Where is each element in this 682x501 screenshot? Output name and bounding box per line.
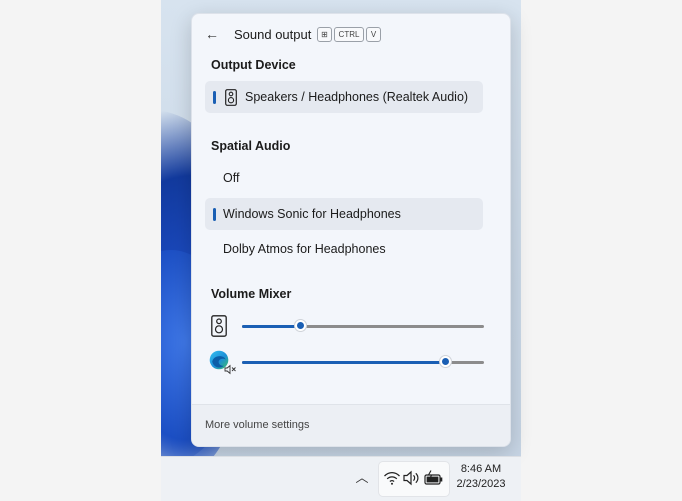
- mixer-row-speakers: [206, 313, 486, 341]
- windows-key-icon: ⊞: [317, 27, 332, 42]
- muted-speaker-icon: [224, 364, 236, 375]
- output-device-item[interactable]: Speakers / Headphones (Realtek Audio): [205, 81, 483, 113]
- clock-time: 8:46 AM: [460, 463, 502, 475]
- volume-slider-thumb[interactable]: [439, 355, 453, 368]
- sound-output-flyout: ← Sound output ⊞ CTRL V Output Device Sp…: [191, 13, 511, 447]
- flyout-header: ← Sound output ⊞ CTRL V: [192, 14, 510, 54]
- spatial-option-off[interactable]: Off: [205, 162, 483, 194]
- volume-slider-thumb[interactable]: [294, 319, 308, 332]
- spatial-option-dolby-atmos[interactable]: Dolby Atmos for Headphones: [205, 233, 483, 265]
- back-arrow-icon[interactable]: ←: [204, 26, 220, 42]
- more-volume-settings-link[interactable]: More volume settings: [205, 419, 310, 431]
- output-device-label: Speakers / Headphones (Realtek Audio): [245, 90, 469, 104]
- chevron-up-icon[interactable]: ︿: [352, 468, 372, 488]
- wifi-icon: [384, 471, 400, 485]
- speaker-icon: [225, 89, 237, 106]
- spatial-option-windows-sonic[interactable]: Windows Sonic for Headphones: [205, 198, 483, 230]
- spatial-option-label: Dolby Atmos for Headphones: [223, 242, 386, 256]
- output-device-heading: Output Device: [211, 58, 296, 72]
- volume-slider[interactable]: [242, 319, 484, 332]
- spatial-option-label: Off: [223, 171, 240, 185]
- volume-slider-fill: [242, 325, 301, 328]
- v-key: V: [366, 27, 381, 42]
- volume-slider[interactable]: [242, 355, 484, 368]
- ctrl-key: CTRL: [334, 27, 364, 42]
- spatial-audio-heading: Spatial Audio: [211, 139, 291, 153]
- volume-slider-fill: [242, 361, 446, 364]
- edge-icon[interactable]: [209, 350, 239, 378]
- flyout-footer: More volume settings: [192, 404, 510, 446]
- selected-indicator: [213, 91, 216, 104]
- flyout-title: Sound output: [234, 27, 312, 42]
- mixer-row-edge: [206, 349, 486, 377]
- speaker-icon[interactable]: [211, 315, 227, 337]
- selected-indicator: [213, 208, 216, 221]
- spatial-option-label: Windows Sonic for Headphones: [223, 207, 401, 221]
- volume-icon: [403, 470, 419, 486]
- clock-date: 2/23/2023: [456, 478, 506, 490]
- taskbar-clock[interactable]: 8:46 AM 2/23/2023: [450, 462, 512, 492]
- volume-mixer-heading: Volume Mixer: [211, 287, 292, 301]
- battery-charging-icon: [424, 470, 443, 485]
